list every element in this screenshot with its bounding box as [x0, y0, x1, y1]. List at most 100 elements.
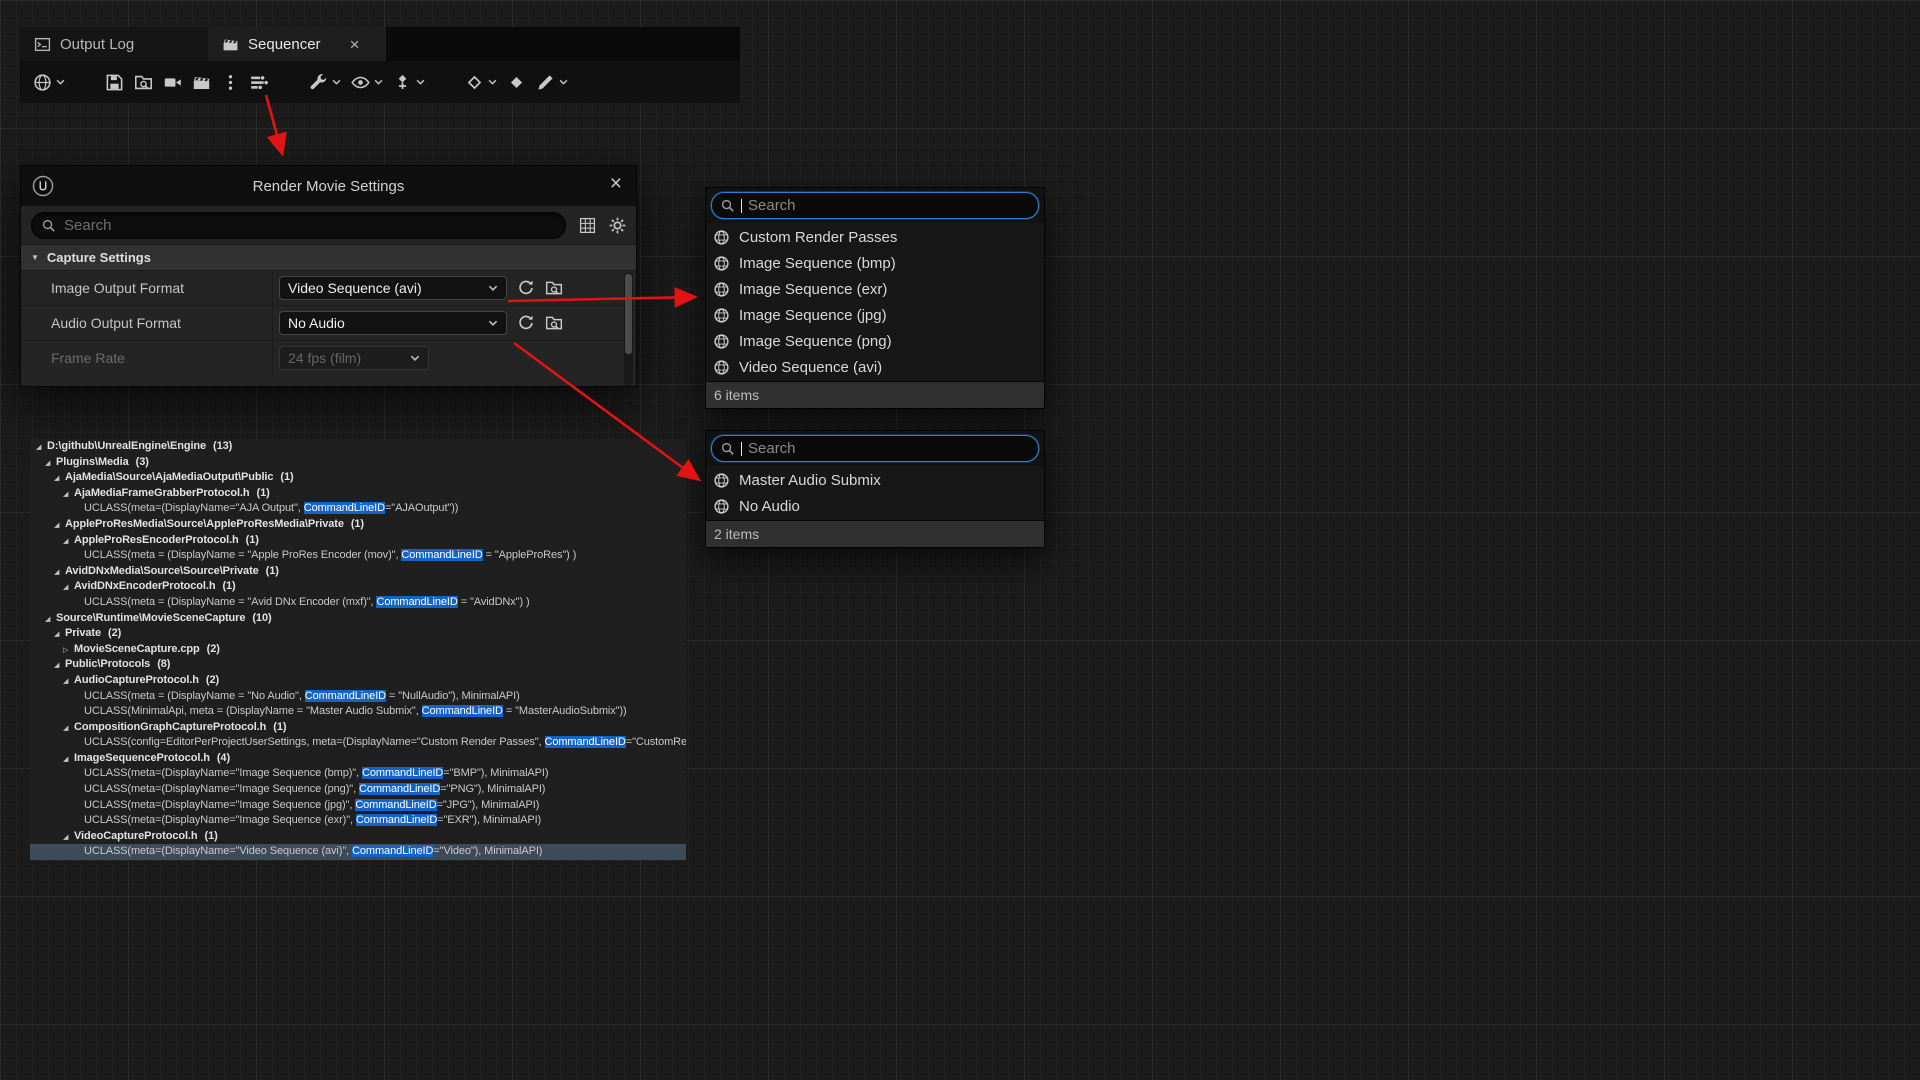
dropdown-option[interactable]: Master Audio Submix	[706, 467, 1044, 493]
dropdown-option[interactable]: Custom Render Passes	[706, 224, 1044, 250]
expanded-triangle-icon[interactable]: ◢	[45, 612, 56, 627]
capture-settings-section-header[interactable]: ▼ Capture Settings	[21, 244, 636, 270]
tree-node-folder[interactable]: ◢D:\github\UnrealEngine\Engine(13)	[30, 439, 686, 455]
search-result-line[interactable]: UCLASS(meta = (DisplayName = "No Audio",…	[30, 689, 686, 705]
browse-to-asset-icon[interactable]	[545, 279, 563, 297]
search-result-line[interactable]: UCLASS(config=EditorPerProjectUserSettin…	[30, 735, 686, 751]
sequencer-settings-button[interactable]	[309, 73, 341, 92]
expanded-triangle-icon[interactable]: ◢	[54, 471, 65, 486]
tree-node-file[interactable]: ◢AjaMediaFrameGrabberProtocol.h(1)	[30, 486, 686, 502]
search-result-line[interactable]: UCLASS(meta=(DisplayName="Video Sequence…	[30, 844, 686, 860]
popup-search-input[interactable]: Search	[711, 192, 1039, 219]
search-result-line[interactable]: UCLASS(MinimalApi, meta = (DisplayName =…	[30, 704, 686, 720]
text-caret	[741, 442, 742, 456]
tab-output-log[interactable]: Output Log	[20, 27, 208, 61]
dropdown-option[interactable]: Video Sequence (avi)	[706, 354, 1044, 380]
expanded-triangle-icon[interactable]: ◢	[63, 487, 74, 502]
add-keyframe-button[interactable]	[507, 73, 526, 92]
browse-to-asset-icon[interactable]	[545, 314, 563, 332]
world-options-button[interactable]	[33, 73, 65, 92]
close-tab-icon[interactable]: ×	[350, 36, 360, 53]
curve-pen-button[interactable]	[536, 73, 568, 92]
node-label: Public\Protocols	[65, 658, 150, 670]
expanded-triangle-icon[interactable]: ◢	[54, 518, 65, 533]
search-icon	[41, 218, 56, 233]
match-highlight: CommandLineID	[355, 799, 436, 811]
auto-key-options-button[interactable]	[393, 73, 425, 92]
expanded-triangle-icon[interactable]: ◢	[45, 456, 56, 471]
tree-node-file[interactable]: ◢AvidDNxEncoderProtocol.h(1)	[30, 579, 686, 595]
tree-node-folder[interactable]: ◢Plugins\Media(3)	[30, 455, 686, 471]
create-camera-button[interactable]	[163, 73, 182, 92]
tree-node-folder[interactable]: ◢Private(2)	[30, 626, 686, 642]
expanded-triangle-icon[interactable]: ◢	[63, 534, 74, 549]
expanded-triangle-icon[interactable]: ◢	[54, 658, 65, 673]
scrollbar-thumb[interactable]	[625, 274, 632, 354]
tree-node-file[interactable]: ◢VideoCaptureProtocol.h(1)	[30, 829, 686, 845]
close-dialog-button[interactable]: ×	[610, 173, 622, 194]
search-result-line[interactable]: UCLASS(meta=(DisplayName="Image Sequence…	[30, 813, 686, 829]
tree-node-file[interactable]: ◢AudioCaptureProtocol.h(2)	[30, 673, 686, 689]
dropdown-option[interactable]: Image Sequence (png)	[706, 328, 1044, 354]
dropdown-option[interactable]: No Audio	[706, 493, 1044, 519]
edit-tracks-icon	[250, 73, 269, 92]
tree-node-folder[interactable]: ◢Public\Protocols(8)	[30, 657, 686, 673]
search-result-line[interactable]: UCLASS(meta = (DisplayName = "Avid DNx E…	[30, 595, 686, 611]
more-options-button[interactable]	[221, 73, 240, 92]
search-result-line[interactable]: UCLASS(meta=(DisplayName="AJA Output", C…	[30, 501, 686, 517]
expanded-triangle-icon[interactable]: ◢	[63, 721, 74, 736]
search-result-line[interactable]: UCLASS(meta=(DisplayName="Image Sequence…	[30, 782, 686, 798]
settings-search-input[interactable]: Search	[31, 212, 566, 239]
search-result-line[interactable]: UCLASS(meta=(DisplayName="Image Sequence…	[30, 766, 686, 782]
column-view-icon[interactable]	[579, 217, 596, 234]
key-options-icon	[465, 73, 484, 92]
sequencer-icon	[222, 36, 239, 53]
use-selected-icon[interactable]	[517, 279, 535, 297]
tree-node-folder[interactable]: ◢AvidDNxMedia\Source\Source\Private(1)	[30, 564, 686, 580]
more-options-icon	[221, 73, 240, 92]
save-button[interactable]	[105, 73, 124, 92]
search-result-line[interactable]: UCLASS(meta=(DisplayName="Image Sequence…	[30, 798, 686, 814]
expanded-triangle-icon[interactable]: ◢	[63, 752, 74, 767]
expanded-triangle-icon[interactable]: ◢	[36, 440, 47, 455]
dialog-bottom-strip	[21, 375, 636, 386]
dialog-titlebar[interactable]: Render Movie Settings ×	[21, 166, 636, 206]
audio-output-format-dropdown[interactable]: No Audio	[279, 311, 507, 335]
dropdown-option[interactable]: Image Sequence (exr)	[706, 276, 1044, 302]
find-in-content-browser-button[interactable]	[134, 73, 153, 92]
tree-node-file[interactable]: ◢ImageSequenceProtocol.h(4)	[30, 751, 686, 767]
popup-search-input[interactable]: Search	[711, 435, 1039, 462]
match-highlight: CommandLineID	[305, 690, 386, 702]
image-output-format-dropdown[interactable]: Video Sequence (avi)	[279, 276, 507, 300]
dropdown-option[interactable]: Image Sequence (bmp)	[706, 250, 1044, 276]
node-label: MovieSceneCapture.cpp	[74, 643, 200, 655]
expanded-triangle-icon[interactable]: ◢	[63, 580, 74, 595]
tree-node-folder[interactable]: ◢AppleProResMedia\Source\AppleProResMedi…	[30, 517, 686, 533]
expanded-triangle-icon[interactable]: ◢	[54, 627, 65, 642]
key-options-button[interactable]	[465, 73, 497, 92]
gear-icon[interactable]	[609, 217, 626, 234]
tab-sequencer[interactable]: Sequencer ×	[208, 27, 386, 61]
tree-node-folder[interactable]: ◢AjaMedia\Source\AjaMediaOutput\Public(1…	[30, 470, 686, 486]
tree-node-file[interactable]: ▷MovieSceneCapture.cpp (2)	[30, 642, 686, 658]
search-result-line[interactable]: UCLASS(meta = (DisplayName = "Apple ProR…	[30, 548, 686, 564]
expanded-triangle-icon[interactable]: ◢	[63, 674, 74, 689]
dropdown-option[interactable]: Image Sequence (jpg)	[706, 302, 1044, 328]
node-count: (2)	[207, 643, 220, 655]
edit-tracks-button[interactable]	[250, 73, 269, 92]
option-label: Image Sequence (jpg)	[739, 307, 887, 324]
tree-node-file[interactable]: ◢CompositionGraphCaptureProtocol.h(1)	[30, 720, 686, 736]
render-movie-icon	[192, 73, 211, 92]
tree-node-file[interactable]: ◢AppleProResEncoderProtocol.h(1)	[30, 533, 686, 549]
view-options-button[interactable]	[351, 73, 383, 92]
expanded-triangle-icon[interactable]: ◢	[63, 830, 74, 845]
auto-key-options-icon	[393, 73, 412, 92]
node-count: (10)	[252, 612, 271, 624]
expanded-triangle-icon[interactable]: ◢	[54, 565, 65, 580]
collapsed-triangle-icon[interactable]: ▷	[63, 643, 74, 658]
dialog-scrollbar[interactable]	[624, 272, 633, 386]
render-movie-button[interactable]	[192, 73, 211, 92]
class-sphere-icon	[713, 359, 730, 376]
tree-node-folder[interactable]: ◢Source\Runtime\MovieSceneCapture(10)	[30, 611, 686, 627]
use-selected-icon[interactable]	[517, 314, 535, 332]
